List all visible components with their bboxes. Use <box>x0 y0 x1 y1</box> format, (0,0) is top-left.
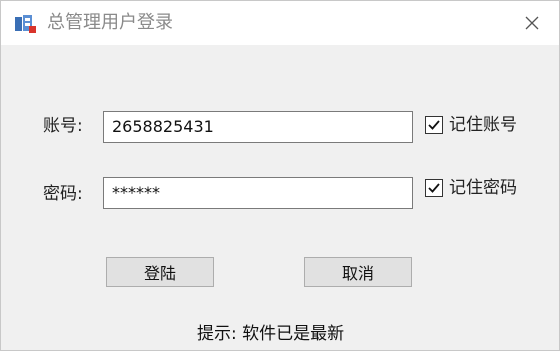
account-input[interactable]: 2658825431 <box>103 111 413 143</box>
remember-password-label[interactable]: 记住密码 <box>449 177 517 199</box>
login-window: 总管理用户登录 账号: 2658825431 记住账号 密码: ****** 记… <box>0 0 560 351</box>
cancel-button[interactable]: 取消 <box>304 257 412 287</box>
status-text: 提示: 软件已是最新 <box>197 324 345 344</box>
password-label: 密码: <box>43 184 83 204</box>
remember-password-checkbox[interactable] <box>425 179 443 197</box>
window-title: 总管理用户登录 <box>47 12 173 33</box>
app-icon <box>13 13 39 35</box>
title-bar: 总管理用户登录 <box>1 1 559 45</box>
password-input[interactable]: ****** <box>103 177 413 209</box>
close-icon <box>525 15 539 34</box>
check-icon <box>428 120 440 130</box>
account-label: 账号: <box>43 116 83 136</box>
remember-account-checkbox[interactable] <box>425 116 443 134</box>
check-icon <box>428 183 440 193</box>
close-button[interactable] <box>509 7 555 41</box>
remember-account-label[interactable]: 记住账号 <box>449 114 517 136</box>
login-button[interactable]: 登陆 <box>106 257 214 287</box>
